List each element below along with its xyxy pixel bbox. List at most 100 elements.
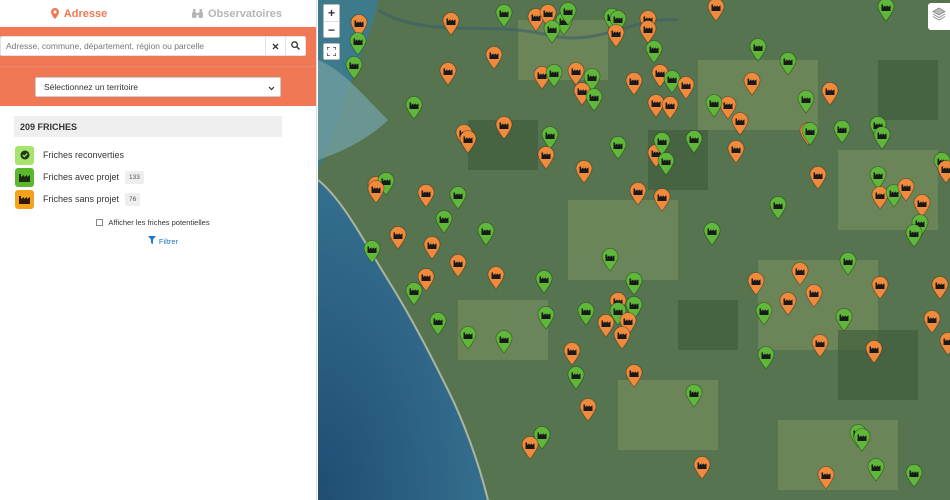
friche-marker-avec-projet[interactable] (835, 308, 853, 332)
friche-marker-sans-projet[interactable] (693, 456, 711, 480)
friche-marker-avec-projet[interactable] (435, 210, 453, 234)
friche-marker-sans-projet[interactable] (821, 82, 839, 106)
friche-marker-sans-projet[interactable] (442, 12, 460, 36)
friche-marker-avec-projet[interactable] (543, 20, 561, 44)
friche-marker-avec-projet[interactable] (657, 152, 675, 176)
friche-marker-sans-projet[interactable] (871, 276, 889, 300)
tab-adresse[interactable]: Adresse (0, 0, 158, 27)
friche-marker-sans-projet[interactable] (625, 364, 643, 388)
zoom-in-button[interactable]: + (324, 5, 339, 21)
friche-marker-sans-projet[interactable] (817, 466, 835, 490)
friche-marker-avec-projet[interactable] (495, 330, 513, 354)
friche-marker-sans-projet[interactable] (613, 326, 631, 350)
friche-marker-sans-projet[interactable] (811, 334, 829, 358)
friche-marker-sans-projet[interactable] (485, 46, 503, 70)
friche-marker-avec-projet[interactable] (797, 90, 815, 114)
friche-marker-sans-projet[interactable] (575, 160, 593, 184)
fullscreen-button[interactable] (323, 43, 340, 60)
friche-marker-avec-projet[interactable] (477, 222, 495, 246)
friche-marker-avec-projet[interactable] (459, 326, 477, 350)
friche-marker-sans-projet[interactable] (487, 266, 505, 290)
friche-marker-avec-projet[interactable] (705, 94, 723, 118)
friche-marker-sans-projet[interactable] (521, 436, 539, 460)
friche-marker-sans-projet[interactable] (629, 182, 647, 206)
friche-marker-sans-projet[interactable] (865, 340, 883, 364)
friche-marker-avec-projet[interactable] (429, 312, 447, 336)
friche-marker-avec-projet[interactable] (345, 56, 363, 80)
friche-marker-avec-projet[interactable] (405, 282, 423, 306)
search-input[interactable] (1, 37, 265, 55)
friche-marker-avec-projet[interactable] (833, 120, 851, 144)
search-button[interactable] (285, 37, 305, 55)
friche-marker-avec-projet[interactable] (495, 4, 513, 28)
zoom-out-button[interactable]: − (324, 21, 339, 37)
friche-marker-avec-projet[interactable] (559, 2, 577, 26)
friche-marker-avec-projet[interactable] (685, 384, 703, 408)
filter-button[interactable]: Filtrer (14, 236, 302, 246)
friche-marker-sans-projet[interactable] (423, 236, 441, 260)
clear-button[interactable] (265, 37, 285, 55)
friche-marker-avec-projet[interactable] (537, 306, 555, 330)
friche-marker-sans-projet[interactable] (459, 130, 477, 154)
tab-observatoires[interactable]: Observatoires (158, 0, 316, 27)
friche-marker-sans-projet[interactable] (389, 226, 407, 250)
friche-marker-avec-projet[interactable] (779, 52, 797, 76)
friche-marker-sans-projet[interactable] (439, 62, 457, 86)
friche-marker-sans-projet[interactable] (563, 342, 581, 366)
friche-marker-sans-projet[interactable] (449, 254, 467, 278)
friche-marker-avec-projet[interactable] (801, 122, 819, 146)
friche-marker-sans-projet[interactable] (653, 188, 671, 212)
friche-marker-avec-projet[interactable] (535, 270, 553, 294)
friche-marker-sans-projet[interactable] (579, 398, 597, 422)
friche-marker-avec-projet[interactable] (609, 136, 627, 160)
friche-marker-avec-projet[interactable] (749, 38, 767, 62)
friche-marker-avec-projet[interactable] (839, 252, 857, 276)
friche-marker-avec-projet[interactable] (757, 346, 775, 370)
friche-marker-sans-projet[interactable] (747, 272, 765, 296)
friche-marker-sans-projet[interactable] (791, 262, 809, 286)
friche-marker-avec-projet[interactable] (601, 248, 619, 272)
friche-marker-sans-projet[interactable] (923, 310, 941, 334)
friche-marker-avec-projet[interactable] (567, 366, 585, 390)
map[interactable]: + − (318, 0, 950, 500)
friche-marker-avec-projet[interactable] (905, 464, 923, 488)
friche-marker-avec-projet[interactable] (363, 240, 381, 264)
friche-marker-sans-projet[interactable] (677, 76, 695, 100)
friche-marker-sans-projet[interactable] (743, 72, 761, 96)
territory-select[interactable]: Sélectionnez un territoire (35, 76, 281, 97)
friche-marker-avec-projet[interactable] (703, 222, 721, 246)
friche-marker-sans-projet[interactable] (367, 180, 385, 204)
friche-marker-avec-projet[interactable] (873, 126, 891, 150)
friche-marker-sans-projet[interactable] (931, 276, 949, 300)
layers-button[interactable] (928, 3, 950, 30)
friche-marker-avec-projet[interactable] (867, 458, 885, 482)
friche-marker-avec-projet[interactable] (905, 224, 923, 248)
friche-marker-avec-projet[interactable] (755, 302, 773, 326)
friche-marker-avec-projet[interactable] (769, 196, 787, 220)
friche-marker-avec-projet[interactable] (585, 88, 603, 112)
friche-marker-sans-projet[interactable] (625, 72, 643, 96)
friche-marker-sans-projet[interactable] (537, 146, 555, 170)
friche-marker-sans-projet[interactable] (607, 24, 625, 48)
friche-marker-sans-projet[interactable] (805, 284, 823, 308)
friche-marker-sans-projet[interactable] (937, 160, 950, 184)
friche-marker-avec-projet[interactable] (685, 130, 703, 154)
friche-marker-avec-projet[interactable] (449, 186, 467, 210)
friche-marker-sans-projet[interactable] (939, 332, 950, 356)
friche-marker-avec-projet[interactable] (877, 0, 895, 22)
friche-marker-sans-projet[interactable] (417, 184, 435, 208)
potential-checkbox[interactable] (96, 219, 104, 226)
friche-marker-sans-projet[interactable] (809, 166, 827, 190)
friche-marker-sans-projet[interactable] (495, 116, 513, 140)
potential-toggle[interactable]: Afficher les friches potentielles (14, 218, 302, 227)
friche-marker-sans-projet[interactable] (731, 112, 749, 136)
friche-marker-avec-projet[interactable] (405, 96, 423, 120)
friche-marker-avec-projet[interactable] (545, 64, 563, 88)
friche-marker-avec-projet[interactable] (625, 272, 643, 296)
friche-marker-avec-projet[interactable] (645, 40, 663, 64)
friche-marker-sans-projet[interactable] (661, 96, 679, 120)
friche-marker-avec-projet[interactable] (577, 302, 595, 326)
friche-marker-sans-projet[interactable] (707, 0, 725, 22)
friche-marker-sans-projet[interactable] (727, 140, 745, 164)
friche-marker-sans-projet[interactable] (779, 292, 797, 316)
